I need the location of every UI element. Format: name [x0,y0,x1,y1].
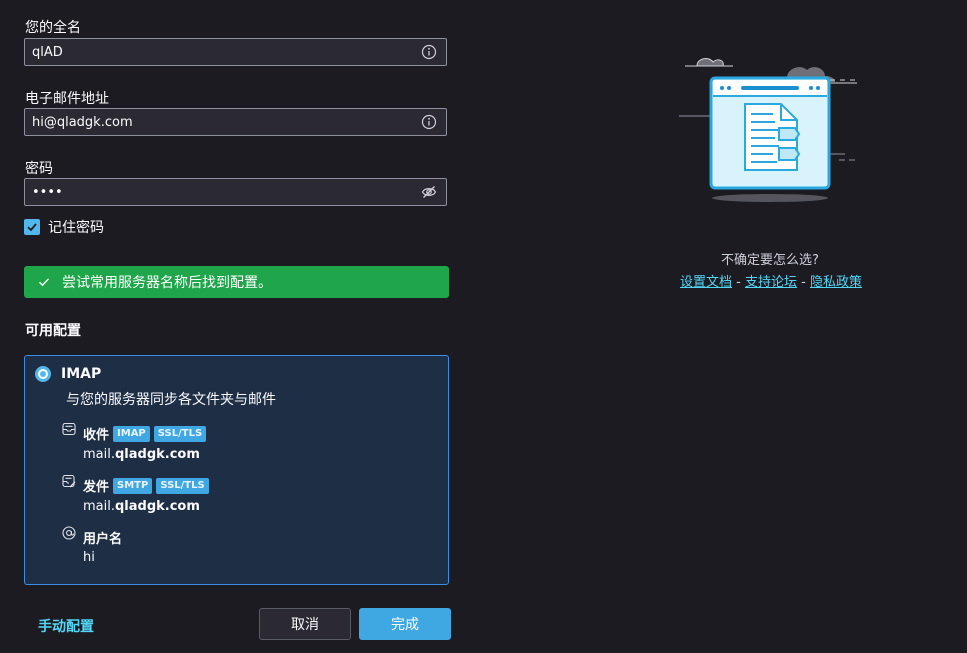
password-label: 密码 [25,161,53,177]
username-value: hi [83,550,95,565]
inbox-icon [62,422,76,436]
email-input[interactable] [25,109,415,135]
outgoing-security-badge: SSL/TLS [156,477,209,494]
setup-docs-link[interactable]: 设置文档 [680,275,732,290]
config-radio[interactable] [35,366,51,382]
config-option-imap[interactable]: IMAP 与您的服务器同步各文件夹与邮件 收件 IMAP SSL/TLS mai… [24,355,449,585]
cancel-button[interactable]: 取消 [259,608,351,640]
check-icon [39,278,50,287]
outgoing-host-domain: qladgk.com [115,499,200,514]
incoming-host: mail.qladgk.com [83,447,200,462]
password-input[interactable] [25,179,415,205]
remember-password-label: 记住密码 [48,220,104,236]
link-separator: - [797,275,810,290]
protocol-name: IMAP [61,366,102,382]
privacy-policy-link[interactable]: 隐私政策 [810,275,862,290]
outgoing-host: mail.qladgk.com [83,499,200,514]
info-icon[interactable] [421,114,437,130]
checkmark-icon [27,223,37,232]
support-forum-link[interactable]: 支持论坛 [745,275,797,290]
outgoing-label: 发件 [83,480,110,495]
done-button[interactable]: 完成 [359,608,451,640]
full-name-input[interactable] [25,39,415,65]
full-name-field-container [24,38,447,66]
link-separator: - [732,275,745,290]
password-field-container [24,178,447,206]
remember-password-row[interactable]: 记住密码 [24,217,104,237]
incoming-server-title: 收件 IMAP SSL/TLS [83,424,207,443]
incoming-label: 收件 [83,428,110,443]
username-title: 用户名 [83,532,123,547]
help-links: 设置文档 - 支持论坛 - 隐私政策 [680,271,862,290]
info-icon[interactable] [421,44,437,60]
eye-hidden-icon[interactable] [421,184,437,200]
at-sign-icon [62,526,76,540]
email-field-container [24,108,447,136]
protocol-description: 与您的服务器同步各文件夹与邮件 [66,392,276,408]
outbox-icon [62,474,76,488]
status-banner: 尝试常用服务器名称后找到配置。 [24,266,449,298]
status-message: 尝试常用服务器名称后找到配置。 [62,275,272,291]
incoming-security-badge: SSL/TLS [153,425,207,442]
email-label: 电子邮件地址 [25,91,109,107]
outgoing-protocol-badge: SMTP [113,477,153,494]
outgoing-server-title: 发件 SMTP SSL/TLS [83,476,209,495]
remember-password-checkbox[interactable] [24,219,40,235]
manual-config-link[interactable]: 手动配置 [38,616,94,636]
available-configs-title: 可用配置 [25,323,81,339]
incoming-protocol-badge: IMAP [113,425,150,442]
outgoing-host-prefix: mail. [83,499,115,514]
incoming-host-prefix: mail. [83,447,115,462]
document-illustration [679,58,857,202]
incoming-host-domain: qladgk.com [115,447,200,462]
full-name-label: 您的全名 [25,20,81,36]
help-question: 不确定要怎么选? [721,253,819,268]
